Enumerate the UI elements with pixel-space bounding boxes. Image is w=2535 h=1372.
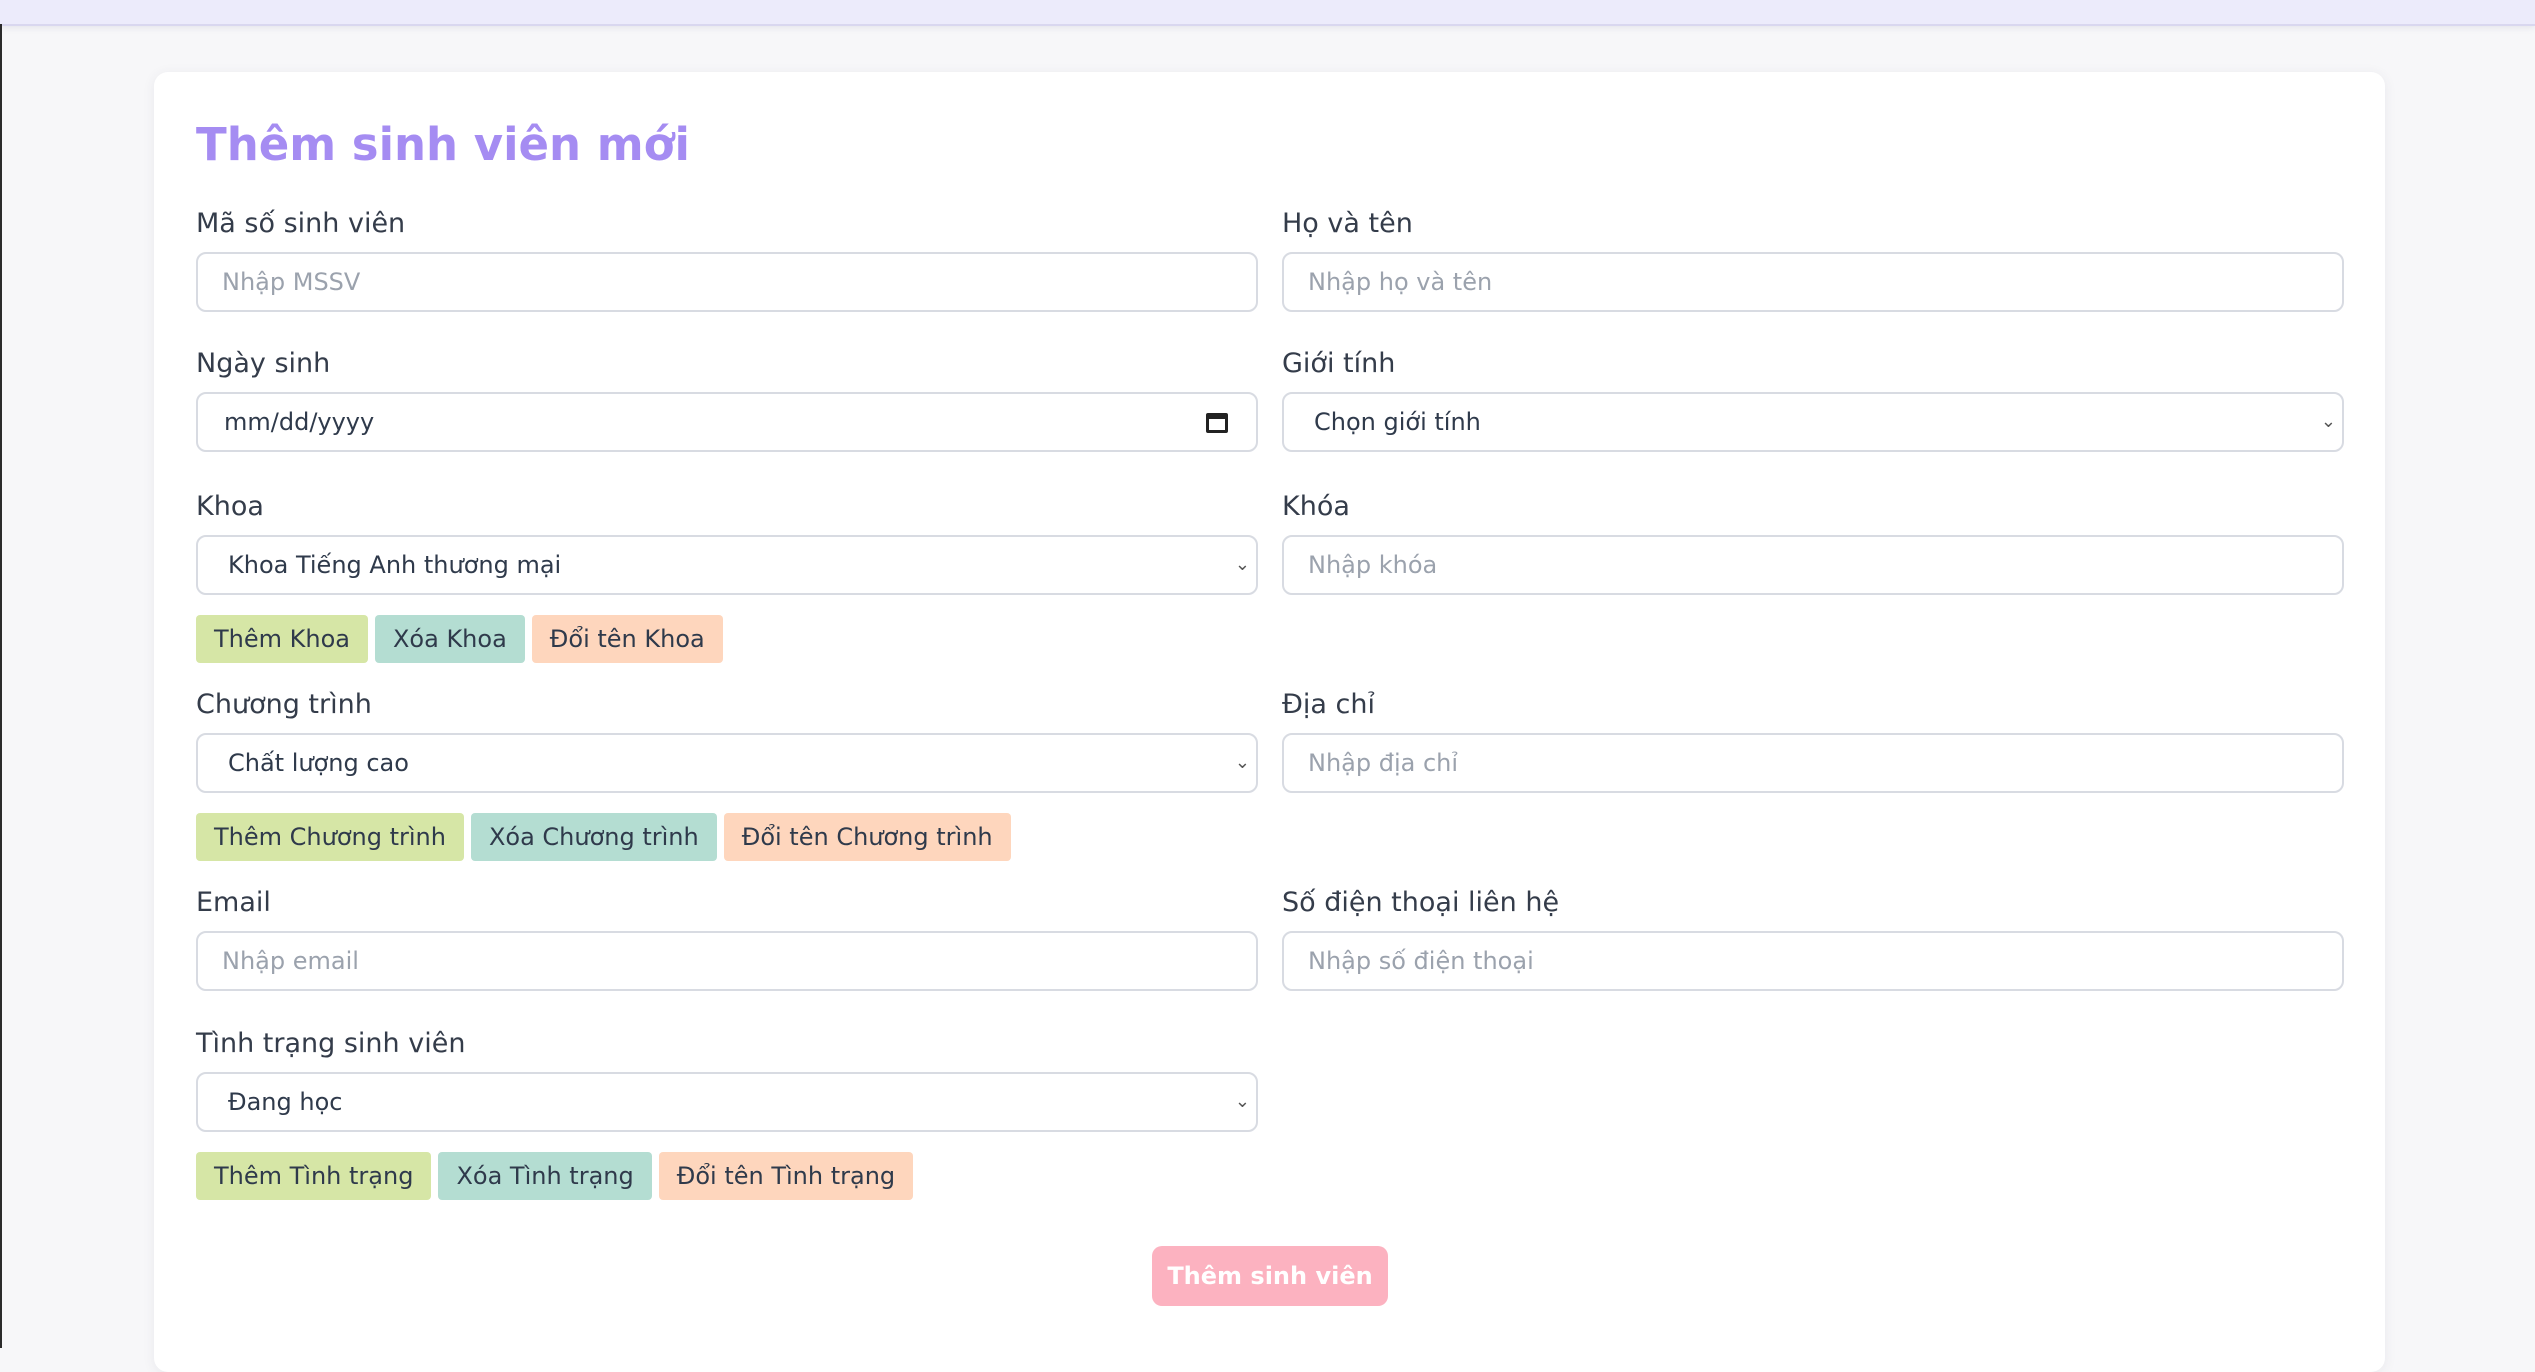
page-title: Thêm sinh viên mới bbox=[196, 118, 690, 171]
faculty-label: Khoa bbox=[196, 491, 264, 522]
top-bar bbox=[0, 0, 2535, 26]
add-student-form-card: Thêm sinh viên mới Mã số sinh viên Nhập … bbox=[154, 72, 2385, 1372]
phone-field-group: Số điện thoại liên hệ Nhập số điện thoại bbox=[1282, 885, 2344, 991]
course-field-group: Khóa Nhập khóa bbox=[1282, 489, 2344, 595]
mssv-input[interactable]: Nhập MSSV bbox=[196, 252, 1258, 312]
status-selected-value: Đang học bbox=[228, 1088, 343, 1116]
address-input[interactable]: Nhập địa chỉ bbox=[1282, 733, 2344, 793]
program-select[interactable]: Chất lượng cao ⌄ bbox=[196, 733, 1258, 793]
gender-label: Giới tính bbox=[1282, 348, 1396, 379]
status-field-group: Tình trạng sinh viên Đang học ⌄ bbox=[196, 1026, 1258, 1132]
chevron-down-icon: ⌄ bbox=[1234, 554, 1250, 575]
status-select[interactable]: Đang học ⌄ bbox=[196, 1072, 1258, 1132]
rename-program-button[interactable]: Đổi tên Chương trình bbox=[723, 813, 1011, 861]
course-input[interactable]: Nhập khóa bbox=[1282, 535, 2344, 595]
window-edge bbox=[0, 24, 2, 1348]
dob-input[interactable]: mm/dd/yyyy bbox=[196, 392, 1258, 452]
calendar-icon[interactable] bbox=[1206, 413, 1228, 433]
rename-status-button[interactable]: Đổi tên Tình trạng bbox=[658, 1152, 914, 1200]
address-field-group: Địa chỉ Nhập địa chỉ bbox=[1282, 687, 2344, 793]
email-label: Email bbox=[196, 887, 271, 918]
delete-program-button[interactable]: Xóa Chương trình bbox=[470, 813, 717, 861]
delete-status-button[interactable]: Xóa Tình trạng bbox=[438, 1152, 652, 1200]
chevron-down-icon: ⌄ bbox=[1234, 1091, 1250, 1112]
chevron-down-icon: ⌄ bbox=[2320, 411, 2336, 432]
address-label: Địa chỉ bbox=[1282, 689, 1376, 720]
program-selected-value: Chất lượng cao bbox=[228, 749, 409, 777]
phone-label: Số điện thoại liên hệ bbox=[1282, 887, 1560, 918]
fullname-input[interactable]: Nhập họ và tên bbox=[1282, 252, 2344, 312]
mssv-field-group: Mã số sinh viên Nhập MSSV bbox=[196, 206, 1258, 312]
program-label: Chương trình bbox=[196, 689, 372, 720]
status-actions: Thêm Tình trạng Xóa Tình trạng Đổi tên T… bbox=[196, 1152, 914, 1200]
add-student-submit-button[interactable]: Thêm sinh viên bbox=[1152, 1246, 1388, 1306]
program-actions: Thêm Chương trình Xóa Chương trình Đổi t… bbox=[196, 813, 1011, 861]
faculty-field-group: Khoa Khoa Tiếng Anh thương mại ⌄ bbox=[196, 489, 1258, 595]
gender-select[interactable]: Chọn giới tính ⌄ bbox=[1282, 392, 2344, 452]
rename-faculty-button[interactable]: Đổi tên Khoa bbox=[531, 615, 723, 663]
add-program-button[interactable]: Thêm Chương trình bbox=[196, 813, 464, 861]
mssv-label: Mã số sinh viên bbox=[196, 208, 406, 239]
faculty-selected-value: Khoa Tiếng Anh thương mại bbox=[228, 551, 562, 579]
faculty-select[interactable]: Khoa Tiếng Anh thương mại ⌄ bbox=[196, 535, 1258, 595]
course-label: Khóa bbox=[1282, 491, 1350, 522]
delete-faculty-button[interactable]: Xóa Khoa bbox=[374, 615, 525, 663]
fullname-field-group: Họ và tên Nhập họ và tên bbox=[1282, 206, 2344, 312]
dob-field-group: Ngày sinh mm/dd/yyyy bbox=[196, 346, 1258, 452]
fullname-label: Họ và tên bbox=[1282, 208, 1413, 239]
program-field-group: Chương trình Chất lượng cao ⌄ bbox=[196, 687, 1258, 793]
email-input[interactable]: Nhập email bbox=[196, 931, 1258, 991]
chevron-down-icon: ⌄ bbox=[1234, 752, 1250, 773]
dob-label: Ngày sinh bbox=[196, 348, 331, 379]
phone-input[interactable]: Nhập số điện thoại bbox=[1282, 931, 2344, 991]
add-status-button[interactable]: Thêm Tình trạng bbox=[196, 1152, 432, 1200]
gender-selected-value: Chọn giới tính bbox=[1314, 408, 1481, 436]
dob-value: mm/dd/yyyy bbox=[224, 408, 375, 436]
faculty-actions: Thêm Khoa Xóa Khoa Đổi tên Khoa bbox=[196, 615, 723, 663]
email-field-group: Email Nhập email bbox=[196, 885, 1258, 991]
add-faculty-button[interactable]: Thêm Khoa bbox=[196, 615, 368, 663]
gender-field-group: Giới tính Chọn giới tính ⌄ bbox=[1282, 346, 2344, 452]
status-label: Tình trạng sinh viên bbox=[196, 1028, 466, 1059]
